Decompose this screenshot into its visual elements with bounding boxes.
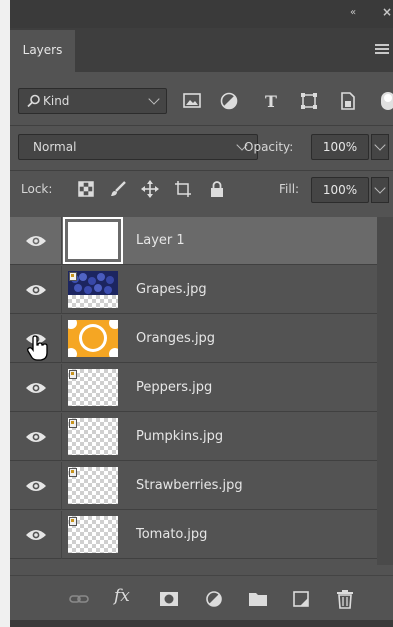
smart-object-badge	[69, 517, 77, 526]
visibility-cell	[10, 413, 62, 461]
panel-menu-icon[interactable]	[375, 44, 389, 54]
group-folder-icon[interactable]	[247, 588, 269, 610]
lock-all-icon[interactable]	[208, 180, 226, 198]
smart-object-badge	[69, 468, 77, 477]
eye-icon[interactable]	[25, 430, 47, 444]
fill-label: Fill:	[279, 182, 300, 196]
lock-image-pixels-icon[interactable]	[109, 180, 127, 198]
visibility-cell	[10, 462, 62, 510]
layer-row[interactable]: Tomato.jpg	[10, 511, 377, 559]
eye-icon[interactable]	[25, 528, 47, 542]
svg-text:T: T	[265, 92, 277, 111]
layer-thumbnail[interactable]	[68, 369, 118, 406]
layers-panel: « × Layers Kind T Normal Opacity: 100% L…	[10, 0, 393, 627]
chevron-down-icon	[374, 182, 386, 194]
layer-mask-icon[interactable]	[158, 588, 180, 610]
layer-thumbnail[interactable]	[68, 271, 118, 308]
eye-icon[interactable]	[25, 234, 47, 248]
smart-object-badge	[69, 419, 77, 428]
opacity-dropdown-button[interactable]	[371, 134, 389, 160]
tab-layers[interactable]: Layers	[10, 30, 75, 72]
hand-cursor-icon	[27, 335, 48, 361]
panel-title-bar: « ×	[10, 0, 393, 28]
chevron-down-icon	[374, 139, 386, 151]
layer-name[interactable]: Oranges.jpg	[136, 331, 215, 346]
visibility-cell	[10, 364, 62, 412]
blend-mode-select[interactable]: Normal	[18, 134, 258, 160]
collapse-panel-button[interactable]: «	[350, 7, 356, 18]
fx-icon[interactable]: fx	[114, 586, 130, 606]
layer-row[interactable]: Oranges.jpg	[10, 315, 377, 363]
layer-row[interactable]: Peppers.jpg	[10, 364, 377, 412]
lock-transparent-pixels-icon[interactable]	[77, 180, 95, 198]
eye-icon[interactable]	[25, 479, 47, 493]
trash-icon[interactable]	[334, 588, 356, 610]
chevron-down-icon	[148, 93, 160, 105]
kind-filter-label: Kind	[43, 94, 70, 108]
eye-icon[interactable]	[25, 283, 47, 297]
filter-toggle-icon[interactable]	[377, 90, 393, 112]
oranges-thumbnail-image	[68, 320, 118, 357]
layer-name[interactable]: Tomato.jpg	[136, 527, 207, 542]
smart-object-badge	[69, 272, 77, 281]
lock-artboard-icon[interactable]	[174, 180, 192, 198]
visibility-cell	[10, 511, 62, 559]
layer-row[interactable]: Pumpkins.jpg	[10, 413, 377, 461]
lock-label: Lock:	[21, 182, 53, 196]
layer-name[interactable]: Pumpkins.jpg	[136, 429, 223, 444]
close-panel-button[interactable]: ×	[382, 5, 392, 19]
adjustment-filter-icon[interactable]	[218, 90, 240, 112]
layer-thumbnail[interactable]	[68, 418, 118, 455]
opacity-input[interactable]: 100%	[311, 134, 369, 160]
divider	[10, 170, 393, 171]
layers-scrollbar[interactable]	[377, 217, 393, 565]
layer-row[interactable]: Layer 1	[10, 217, 377, 265]
link-layers-icon[interactable]	[68, 588, 90, 610]
layer-thumbnail[interactable]	[63, 217, 123, 264]
new-layer-icon[interactable]	[290, 588, 312, 610]
kind-filter-select[interactable]: Kind	[18, 88, 167, 114]
layer-name[interactable]: Strawberries.jpg	[136, 478, 243, 493]
layer-row[interactable]: Grapes.jpg	[10, 266, 377, 314]
panel-resize-edge[interactable]	[10, 620, 393, 627]
search-icon	[27, 94, 40, 108]
layer-thumbnail[interactable]	[68, 320, 118, 357]
visibility-cell	[10, 217, 62, 265]
lock-position-icon[interactable]	[141, 180, 159, 198]
opacity-label: Opacity:	[244, 140, 294, 154]
eye-icon[interactable]	[25, 381, 47, 395]
visibility-cell	[10, 266, 62, 314]
adjustment-layer-icon[interactable]	[203, 588, 225, 610]
layer-thumbnail[interactable]	[68, 467, 118, 504]
layer-row[interactable]: Strawberries.jpg	[10, 462, 377, 510]
smart-object-badge	[69, 370, 77, 379]
fill-dropdown-button[interactable]	[371, 177, 389, 203]
fill-input[interactable]: 100%	[311, 177, 369, 203]
shape-filter-icon[interactable]	[298, 90, 320, 112]
tab-strip: Layers	[10, 28, 393, 72]
type-filter-icon[interactable]: T	[260, 90, 282, 112]
layer-name[interactable]: Peppers.jpg	[136, 380, 212, 395]
image-filter-icon[interactable]	[181, 90, 203, 112]
blend-mode-label: Normal	[33, 140, 77, 154]
layer-name[interactable]: Grapes.jpg	[136, 282, 207, 297]
layer-thumbnail[interactable]	[68, 516, 118, 553]
smart-object-filter-icon[interactable]	[337, 90, 359, 112]
layer-name[interactable]: Layer 1	[136, 233, 185, 248]
visibility-cell	[10, 315, 62, 363]
divider	[10, 125, 393, 126]
